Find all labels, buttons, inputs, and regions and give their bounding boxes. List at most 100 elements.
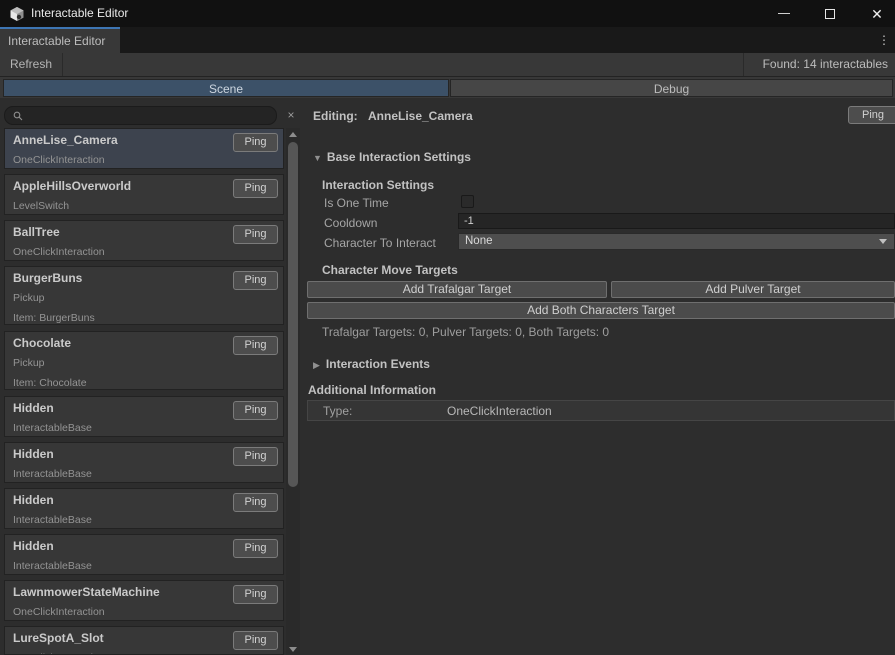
item-name: AnneLise_Camera	[13, 133, 118, 147]
scroll-up-icon	[289, 132, 297, 137]
item-type: Pickup	[13, 357, 45, 369]
foldout-open-icon: ▼	[313, 153, 322, 163]
chevron-down-icon	[879, 239, 887, 244]
foldout-closed-icon: ▶	[313, 360, 320, 370]
interaction-settings-header: Interaction Settings	[322, 178, 434, 192]
content-area: × AnneLise_Camera OneClickInteraction Pi…	[0, 98, 895, 655]
character-dropdown-value: None	[465, 235, 493, 247]
item-type: LevelSwitch	[13, 200, 69, 212]
refresh-button[interactable]: Refresh	[0, 53, 62, 76]
foldout-interaction-events[interactable]: ▶ Interaction Events	[313, 357, 430, 371]
search-field[interactable]	[4, 106, 277, 125]
add-pulver-target-button[interactable]: Add Pulver Target	[611, 281, 895, 298]
list-item[interactable]: Chocolate Pickup Item: Chocolate Ping	[4, 331, 284, 390]
ping-button[interactable]: Ping	[233, 133, 278, 152]
scrollbar-thumb[interactable]	[288, 142, 298, 487]
item-type: InteractableBase	[13, 468, 92, 480]
view-tabs: Scene Debug	[0, 77, 895, 98]
editing-value: AnneLise_Camera	[368, 109, 473, 123]
toolbar-separator	[743, 53, 744, 76]
item-name: BallTree	[13, 225, 60, 239]
ping-button[interactable]: Ping	[233, 493, 278, 512]
ping-button[interactable]: Ping	[233, 539, 278, 558]
list-item[interactable]: BallTree OneClickInteraction Ping	[4, 220, 284, 261]
list-item[interactable]: Hidden InteractableBase Ping	[4, 396, 284, 437]
list-item[interactable]: BurgerBuns Pickup Item: BurgerBuns Ping	[4, 266, 284, 325]
item-name: Hidden	[13, 493, 54, 507]
minimize-icon	[778, 13, 790, 14]
search-clear-button[interactable]: ×	[283, 106, 299, 124]
editor-tab-bar: Interactable Editor ⋮	[0, 27, 895, 53]
character-to-interact-label: Character To Interact	[324, 236, 436, 250]
item-detail: Item: BurgerBuns	[13, 312, 95, 324]
type-label: Type:	[323, 404, 352, 418]
item-type: InteractableBase	[13, 514, 92, 526]
kebab-menu-icon[interactable]: ⋮	[877, 32, 891, 48]
ping-button[interactable]: Ping	[233, 447, 278, 466]
ping-button[interactable]: Ping	[233, 401, 278, 420]
inspector-ping-button[interactable]: Ping	[848, 106, 895, 124]
editing-label: Editing:	[313, 109, 358, 123]
list-item[interactable]: Hidden InteractableBase Ping	[4, 488, 284, 529]
item-name: Hidden	[13, 539, 54, 553]
add-both-characters-target-button[interactable]: Add Both Characters Target	[307, 302, 895, 319]
foldout-label: Interaction Events	[326, 357, 430, 371]
close-button[interactable]: ✕	[857, 0, 895, 27]
ping-button[interactable]: Ping	[233, 336, 278, 355]
item-type: OneClickInteraction	[13, 154, 105, 166]
add-trafalgar-target-button[interactable]: Add Trafalgar Target	[307, 281, 607, 298]
item-type: Pickup	[13, 292, 45, 304]
list-item[interactable]: Hidden InteractableBase Ping	[4, 442, 284, 483]
toolbar-separator	[62, 53, 63, 76]
cooldown-label: Cooldown	[324, 216, 377, 230]
foldout-label: Base Interaction Settings	[327, 150, 471, 164]
search-icon	[13, 111, 23, 121]
type-info-box: Type: OneClickInteraction	[307, 400, 895, 421]
list-item[interactable]: AnneLise_Camera OneClickInteraction Ping	[4, 128, 284, 169]
item-name: Hidden	[13, 447, 54, 461]
item-detail: Item: Chocolate	[13, 377, 87, 389]
list-item[interactable]: AppleHillsOverworld LevelSwitch Ping	[4, 174, 284, 215]
scroll-down-button[interactable]	[286, 643, 300, 655]
maximize-button[interactable]	[810, 0, 850, 27]
ping-button[interactable]: Ping	[233, 585, 278, 604]
ping-button[interactable]: Ping	[233, 271, 278, 290]
item-type: OneClickInteraction	[13, 606, 105, 618]
close-icon: ✕	[871, 7, 883, 21]
ping-button[interactable]: Ping	[233, 179, 278, 198]
type-value: OneClickInteraction	[447, 404, 552, 418]
ping-button[interactable]: Ping	[233, 631, 278, 650]
scroll-down-icon	[289, 647, 297, 652]
list-item[interactable]: Hidden InteractableBase Ping	[4, 534, 284, 575]
item-type: OneClickInteraction	[13, 246, 105, 258]
character-dropdown[interactable]: None	[458, 233, 895, 250]
tab-label: Interactable Editor	[8, 34, 105, 48]
list-item[interactable]: LureSpotA_Slot OneClickInteraction Ping	[4, 626, 284, 655]
unity-cube-icon	[9, 6, 25, 22]
cooldown-field[interactable]: -1	[458, 213, 895, 229]
tab-debug[interactable]: Debug	[450, 79, 893, 97]
is-one-time-checkbox[interactable]	[461, 195, 474, 208]
item-type: InteractableBase	[13, 422, 92, 434]
additional-information-header: Additional Information	[308, 383, 436, 397]
list-scrollbar[interactable]	[286, 128, 300, 655]
item-name: Hidden	[13, 401, 54, 415]
search-input[interactable]	[29, 108, 269, 123]
scroll-up-button[interactable]	[286, 128, 300, 140]
window-title: Interactable Editor	[31, 6, 128, 20]
targets-stats-label: Trafalgar Targets: 0, Pulver Targets: 0,…	[322, 325, 609, 339]
item-type: InteractableBase	[13, 560, 92, 572]
minimize-button[interactable]	[764, 0, 804, 27]
ping-button[interactable]: Ping	[233, 225, 278, 244]
maximize-icon	[825, 9, 835, 19]
interactable-editor-window: Interactable Editor ✕ Interactable Edito…	[0, 0, 895, 655]
tab-interactable-editor[interactable]: Interactable Editor	[0, 27, 120, 53]
item-name: LawnmowerStateMachine	[13, 585, 160, 599]
item-name: Chocolate	[13, 336, 71, 350]
foldout-base-interaction-settings[interactable]: ▼ Base Interaction Settings	[313, 150, 471, 164]
titlebar: Interactable Editor ✕	[0, 0, 895, 27]
list-item[interactable]: LawnmowerStateMachine OneClickInteractio…	[4, 580, 284, 621]
tab-scene[interactable]: Scene	[3, 79, 449, 97]
character-move-targets-header: Character Move Targets	[322, 263, 458, 277]
is-one-time-label: Is One Time	[324, 196, 389, 210]
